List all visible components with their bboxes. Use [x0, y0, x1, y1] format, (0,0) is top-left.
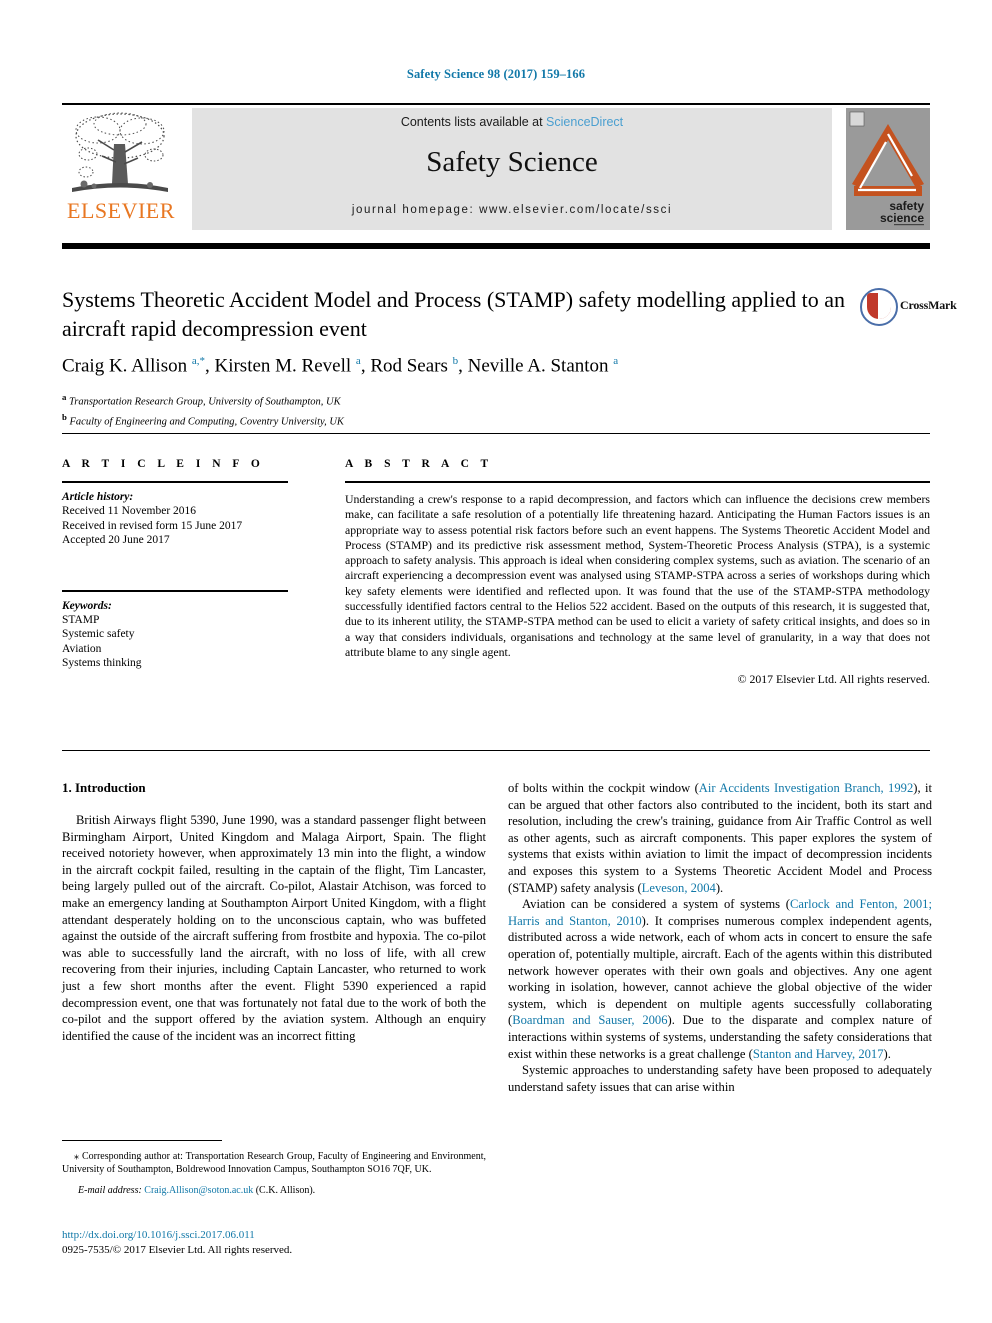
article-info-section: A R T I C L E I N F O Article history: R… [62, 458, 304, 671]
citation-link[interactable]: Air Accidents Investigation Branch, 1992 [699, 781, 913, 795]
author-affil-marker: a [355, 355, 361, 367]
footnote-marker: ⁎ [74, 1151, 79, 1162]
keyword-item: STAMP [62, 613, 100, 626]
author-affil-marker: b [452, 355, 459, 367]
crossmark-icon [860, 288, 898, 326]
keywords-block: Keywords: STAMP Systemic safety Aviation… [62, 589, 304, 671]
article-history-label: Article history: [62, 491, 134, 503]
issn-copyright-line: 0925-7535/© 2017 Elsevier Ltd. All right… [62, 1243, 293, 1256]
paragraph-text: ). [883, 1046, 891, 1061]
author-affil-marker: a [613, 355, 619, 367]
article-history-item: Received 11 November 2016 [62, 505, 197, 517]
crossmark-shield-icon [867, 293, 891, 319]
abstract-copyright: © 2017 Elsevier Ltd. All rights reserved… [737, 672, 930, 687]
corresponding-author-text: Corresponding author at: Transportation … [62, 1151, 486, 1176]
footer-block: http://dx.doi.org/10.1016/j.ssci.2017.06… [62, 1228, 562, 1257]
keyword-item: Aviation [62, 642, 102, 655]
masthead-bottom-rule [62, 243, 930, 249]
affiliation-a: a Transportation Research Group, Univers… [62, 392, 341, 408]
email-label: E-mail address: [78, 1184, 142, 1196]
paragraph-text: Aviation can be considered a system of s… [522, 897, 790, 912]
page-title: Systems Theoretic Accident Model and Pro… [62, 287, 845, 341]
citation-link[interactable]: Leveson, 2004 [642, 881, 716, 895]
corresponding-author-note: ⁎ Corresponding author at: Transportatio… [62, 1150, 486, 1177]
contents-prefix: Contents lists available at [400, 115, 547, 129]
footnote-rule [62, 1140, 222, 1141]
sciencedirect-link[interactable]: ScienceDirect [546, 115, 623, 129]
paragraph-text: ), it can be argued that other factors a… [508, 781, 932, 895]
paragraph: Systemic approaches to understanding saf… [508, 1063, 932, 1094]
crossmark-label: CrossMark [900, 298, 957, 312]
paragraph-text: ). [715, 880, 724, 895]
abstract-rule [345, 481, 930, 483]
masthead-top-rule [62, 103, 930, 105]
journal-title: Safety Science [426, 146, 598, 178]
email-link[interactable]: Craig.Allison@soton.ac.uk [144, 1185, 253, 1196]
abstract-bottom-rule [62, 750, 930, 751]
paragraph: British Airways flight 5390, June 1990, … [62, 813, 486, 1043]
article-info-rule [62, 481, 288, 483]
keywords-rule [62, 589, 288, 592]
journal-homepage[interactable]: journal homepage: www.elsevier.com/locat… [192, 204, 832, 216]
email-note: E-mail address: Craig.Allison@soton.ac.u… [62, 1184, 486, 1197]
doi-link[interactable]: http://dx.doi.org/10.1016/j.ssci.2017.06… [62, 1229, 255, 1241]
doi-line: http://dx.doi.org/10.1016/j.ssci.2017.06… [62, 1228, 562, 1243]
contents-line: Contents lists available at ScienceDirec… [192, 115, 832, 129]
elsevier-tree-icon [68, 110, 172, 198]
body-column-left: 1. Introduction British Airways flight 5… [62, 780, 486, 1044]
elsevier-logo[interactable]: ELSEVIER [62, 110, 180, 228]
svg-text:science: science [880, 211, 924, 225]
affiliation-a-text: Transportation Research Group, Universit… [69, 396, 341, 408]
abstract-section: A B S T R A C T Understanding a crew's r… [345, 458, 930, 687]
crossmark-badge[interactable]: CrossMark [860, 286, 957, 326]
citation-link[interactable]: Boardman and Sauser, 2006 [512, 1013, 667, 1027]
citation-link[interactable]: Stanton and Harvey, 2017 [753, 1047, 884, 1061]
article-page: Safety Science 98 (2017) 159–166 ELSEVIE… [0, 0, 992, 1323]
footnote-block: ⁎ Corresponding author at: Transportatio… [62, 1150, 486, 1197]
paragraph: Aviation can be considered a system of s… [508, 896, 932, 1062]
paragraph-text: of bolts within the cockpit window ( [508, 781, 699, 795]
article-history-item: Received in revised form 15 June 2017 [62, 519, 243, 532]
title-block-rule [62, 433, 930, 434]
body-column-right: of bolts within the cockpit window (Air … [508, 780, 932, 1095]
section-heading-introduction: 1. Introduction [62, 780, 146, 795]
elsevier-wordmark: ELSEVIER [67, 198, 175, 223]
running-head: Safety Science 98 (2017) 159–166 [406, 67, 586, 81]
paragraph: of bolts within the cockpit window (Air … [508, 780, 932, 896]
article-info-heading: A R T I C L E I N F O [62, 458, 265, 470]
affiliation-b: b Faculty of Engineering and Computing, … [62, 411, 344, 428]
affiliations: a Transportation Research Group, Univers… [62, 390, 682, 429]
abstract-heading: A B S T R A C T [345, 458, 493, 470]
article-history-item: Accepted 20 June 2017 [62, 534, 170, 546]
journal-cover-thumbnail[interactable]: safety science [846, 108, 930, 230]
journal-banner: Contents lists available at ScienceDirec… [192, 108, 832, 230]
email-owner: (C.K. Allison). [255, 1184, 316, 1196]
abstract-text: Understanding a crew's response to a rap… [345, 492, 930, 659]
paragraph-text: ). It comprises numerous complex indepen… [508, 913, 932, 1028]
keywords-label: Keywords: [62, 599, 112, 612]
keyword-item: Systems thinking [62, 657, 142, 669]
journal-masthead: ELSEVIER Contents lists available at Sci… [62, 108, 930, 230]
keyword-item: Systemic safety [62, 628, 135, 640]
affiliation-b-text: Faculty of Engineering and Computing, Co… [69, 416, 344, 427]
author-affil-marker: a,* [191, 355, 205, 367]
author-list: Craig K. Allison a,*, Kirsten M. Revell … [62, 355, 619, 377]
